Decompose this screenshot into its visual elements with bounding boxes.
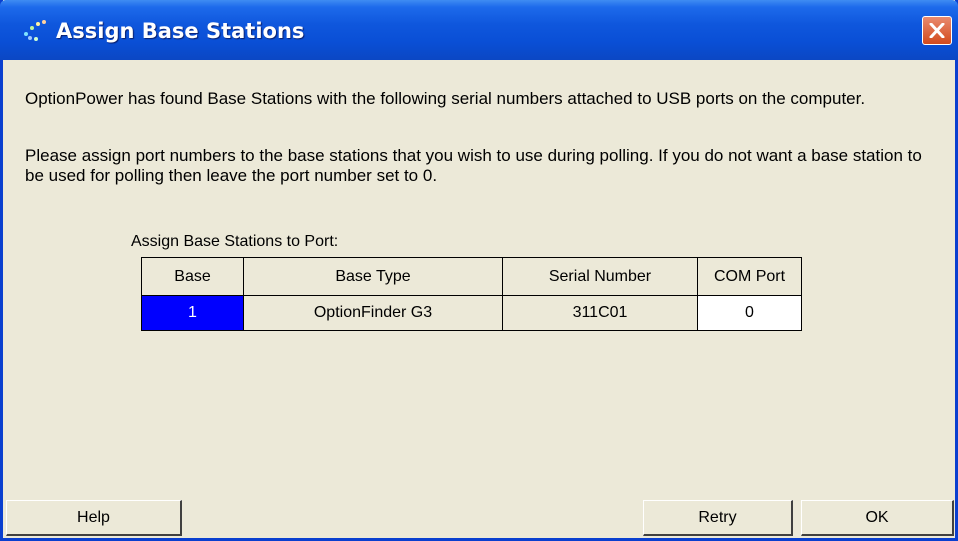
base-stations-grid: Base Base Type Serial Number COM Port 1 … — [141, 257, 802, 331]
intro-text: OptionPower has found Base Stations with… — [25, 89, 866, 108]
column-header-com-port[interactable]: COM Port — [697, 257, 802, 296]
close-icon — [929, 23, 945, 38]
instruction-text: Please assign port numbers to the base s… — [25, 146, 922, 185]
dots-app-icon — [22, 20, 48, 42]
close-button[interactable] — [922, 16, 952, 45]
dialog-window: Assign Base Stations OptionPower has fou… — [0, 0, 958, 541]
ok-button[interactable]: OK — [801, 500, 954, 536]
grid-label: Assign Base Stations to Port: — [131, 233, 339, 250]
column-header-base[interactable]: Base — [141, 257, 244, 296]
retry-button[interactable]: Retry — [643, 500, 793, 536]
column-header-serial-number[interactable]: Serial Number — [502, 257, 698, 296]
title-bar[interactable]: Assign Base Stations — [0, 0, 958, 60]
cell-serial-number[interactable]: 311C01 — [502, 295, 698, 331]
cell-base-type[interactable]: OptionFinder G3 — [243, 295, 503, 331]
table-row[interactable]: 1 OptionFinder G3 311C01 0 — [141, 295, 802, 331]
grid-header-row: Base Base Type Serial Number COM Port — [141, 257, 802, 296]
cell-base[interactable]: 1 — [141, 295, 244, 331]
help-button[interactable]: Help — [6, 500, 182, 536]
com-port-input[interactable]: 0 — [697, 295, 802, 331]
column-header-base-type[interactable]: Base Type — [243, 257, 503, 296]
window-title: Assign Base Stations — [56, 19, 305, 43]
